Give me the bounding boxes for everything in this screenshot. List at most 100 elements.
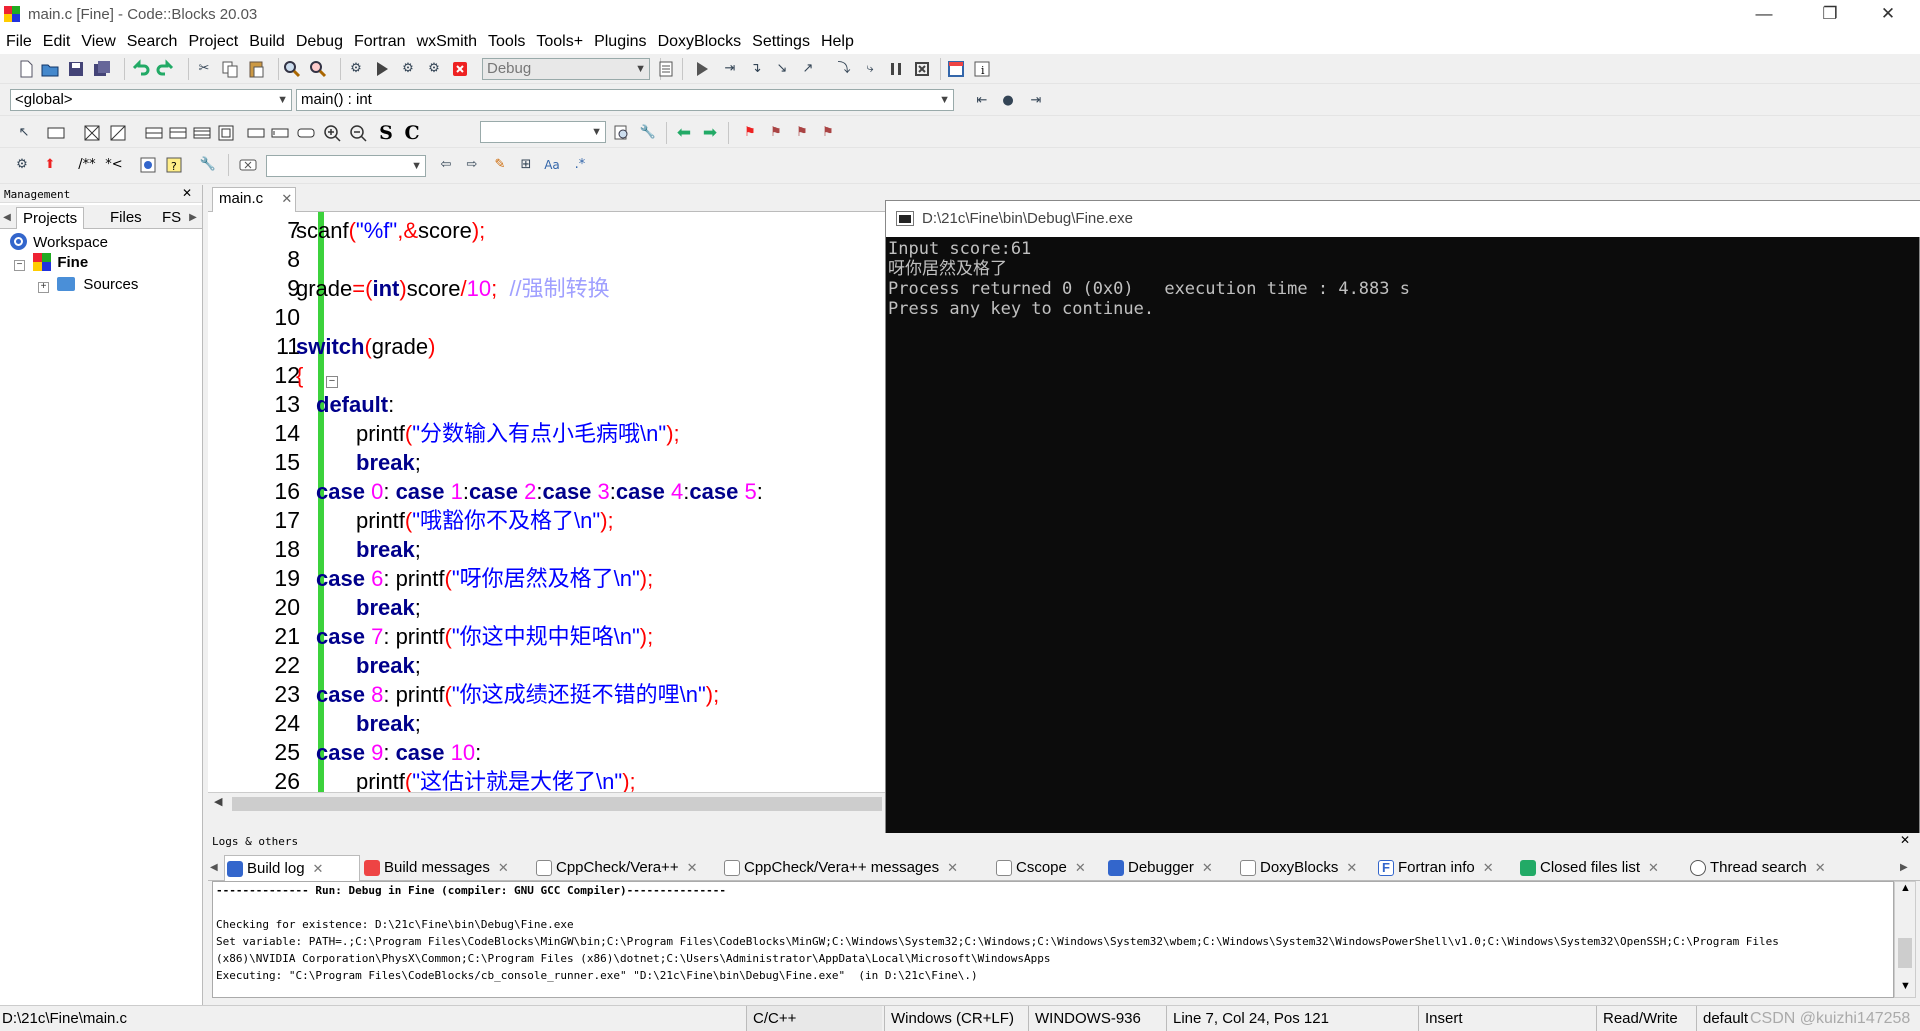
menu-wxsmith[interactable]: wxSmith [411,30,482,52]
menu-debug[interactable]: Debug [290,30,348,52]
scope-select[interactable]: <global> ▼ [10,89,292,111]
scroll-down-icon[interactable]: ▼ [1900,980,1911,992]
abort-icon[interactable] [450,59,470,79]
management-close-icon[interactable]: ✕ [182,186,192,200]
build-and-run-icon[interactable]: ⚙ [398,59,418,79]
grid-sizer-4-icon[interactable] [216,123,236,143]
prev-bookmark-icon[interactable]: ⚑ [766,123,786,143]
doxyblocks-config-icon[interactable]: 🔧 [198,155,218,175]
tab-cscope[interactable]: Cscope ✕ [994,855,1086,881]
pointer-icon[interactable]: ↖ [14,123,34,143]
tab-thread-search[interactable]: Thread search ✕ [1688,855,1826,881]
tree-project-fine[interactable]: − Fine [14,253,88,273]
next-line-icon[interactable]: ↴ [746,59,766,79]
console-window[interactable]: D:\21c\Fine\bin\Debug\Fine.exe Input sco… [885,200,1920,836]
search-text-icon[interactable] [612,123,632,143]
logs-tabs-left-icon[interactable]: ◀ [208,855,222,881]
menu-help[interactable]: Help [815,30,859,52]
undo-icon[interactable] [130,59,150,79]
paste-icon[interactable] [246,59,266,79]
tree-folder-sources[interactable]: + Sources [38,275,138,295]
doxy-search-combo[interactable]: ▼ [266,155,426,177]
debugging-windows-icon[interactable] [946,59,966,79]
stop-debugger-icon[interactable] [912,59,932,79]
textctrl-widget-icon[interactable] [270,123,290,143]
settings-wrench-icon[interactable]: 🔧 [638,123,658,143]
tab-close-icon[interactable]: ✕ [281,191,292,206]
menu-build[interactable]: Build [243,30,290,52]
grid-sizer-3-icon[interactable] [192,123,212,143]
scroll-up-icon[interactable]: ▲ [1900,882,1911,894]
jump-back-icon[interactable]: ⇤ [972,91,992,111]
run-html-icon[interactable] [138,155,158,175]
run-to-cursor-icon[interactable]: ⇥ [720,59,740,79]
restore-button[interactable]: ❐ [1806,0,1854,30]
menu-settings[interactable]: Settings [746,30,815,52]
menu-file[interactable]: File [0,30,37,52]
next-bookmark-icon[interactable]: ⚑ [792,123,812,143]
find-icon[interactable] [282,59,302,79]
build-gear-icon[interactable]: ⚙ [346,59,366,79]
highlight-icon[interactable]: ✎ [490,155,510,175]
run-icon[interactable] [372,59,392,79]
grid-sizer-1-icon[interactable] [144,123,164,143]
zoom-in-icon[interactable] [322,123,342,143]
debug-window-icon[interactable] [656,59,676,79]
zoom-out-icon[interactable] [348,123,368,143]
info-icon[interactable]: i [972,59,992,79]
menu-doxyblocks[interactable]: DoxyBlocks [652,30,747,52]
font-c-button[interactable]: C [402,123,422,143]
menu-tools[interactable]: Tools [482,30,530,52]
menu-fortran[interactable]: Fortran [348,30,411,52]
tree-workspace[interactable]: Workspace [10,233,108,253]
grid-sizer-2-icon[interactable] [168,123,188,143]
tab-files[interactable]: Files [104,207,148,229]
forward-arrow-icon[interactable]: ⇨ [462,155,482,175]
save-icon[interactable] [66,59,86,79]
menu-search[interactable]: Search [121,30,183,52]
tab-closed-files-list[interactable]: Closed files list ✕ [1518,855,1659,881]
save-all-icon[interactable] [92,59,112,79]
minimize-button[interactable]: — [1740,0,1788,30]
menu-plugins[interactable]: Plugins [588,30,651,52]
tabs-right-icon[interactable]: ▶ [186,207,200,229]
scroll-thumb[interactable] [232,797,882,811]
replace-icon[interactable] [308,59,328,79]
button-widget-icon[interactable] [246,123,266,143]
redo-icon[interactable] [156,59,176,79]
tab-fortran-info[interactable]: F Fortran info ✕ [1376,855,1494,881]
pause-icon[interactable] [886,59,906,79]
block-comment-button[interactable]: /** [74,155,100,175]
menu-edit[interactable]: Edit [37,30,76,52]
collapse-icon[interactable]: − [14,260,25,271]
prev-icon[interactable]: ⬅ [674,123,694,143]
logs-vertical-scrollbar[interactable]: ▲ ▼ [1894,881,1916,998]
step-out-icon[interactable]: ↗ [798,59,818,79]
panel-icon[interactable] [46,123,66,143]
tabs-left-icon[interactable]: ◀ [0,207,14,229]
tab-main-c[interactable]: main.c ✕ [212,187,296,212]
doxywizard-icon[interactable]: ⚙ [12,155,32,175]
tab-build-log[interactable]: Build log ✕ [224,855,360,881]
tab-projects[interactable]: Projects [16,207,85,229]
step-into-instruction-icon[interactable]: ⤷ [860,59,880,79]
scroll-left-icon[interactable]: ◀ [214,795,222,808]
tab-doxyblocks[interactable]: DoxyBlocks ✕ [1238,855,1357,881]
static-box-sizer-icon[interactable] [108,123,128,143]
menu-project[interactable]: Project [182,30,243,52]
clear-bookmarks-icon[interactable]: ⚑ [818,123,838,143]
step-into-icon[interactable]: ↘ [772,59,792,79]
menu-view[interactable]: View [75,30,120,52]
box-sizer-icon[interactable] [82,123,102,143]
editor-horizontal-scrollbar[interactable]: ◀ [208,792,888,814]
copy-icon[interactable] [220,59,240,79]
bookmark-dot-icon[interactable]: ● [998,91,1018,111]
cut-icon[interactable]: ✂ [194,59,214,79]
toggle-bookmark-icon[interactable]: ⚑ [740,123,760,143]
extract-docs-icon[interactable]: ⬆ [40,155,60,175]
font-s-button[interactable]: S [376,123,396,143]
run-chm-icon[interactable]: ? [164,155,184,175]
debug-start-icon[interactable] [692,59,712,79]
code-editor[interactable]: 7 8 9 10 11 12 13 14 15 16 17 18 19 20 21 22 23 24 25 26 − … [208,212,888,792]
next-instruction-icon[interactable]: ⤵ [834,59,854,79]
